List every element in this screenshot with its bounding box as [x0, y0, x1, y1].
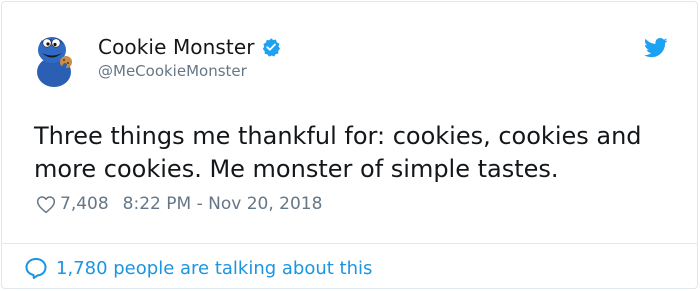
author-name[interactable]: Cookie Monster [98, 35, 255, 59]
tweet-timestamp[interactable]: 8:22 PM - Nov 20, 2018 [123, 194, 323, 214]
reply-bubble-icon [25, 258, 47, 279]
footer-divider [2, 243, 697, 244]
author-handle[interactable]: @MeCookieMonster [98, 62, 281, 80]
tweet-text: Three things me thankful for: cookies, c… [34, 122, 642, 183]
conversation-link[interactable]: 1,780 people are talking about this [24, 257, 372, 279]
twitter-bird-icon[interactable] [644, 38, 668, 58]
like-count[interactable]: 7,408 [60, 194, 109, 214]
heart-icon[interactable] [36, 195, 56, 214]
tweet-author[interactable]: Cookie Monster @MeCookieMonster [98, 34, 281, 80]
tweet-card: Cookie Monster @MeCookieMonster Three th… [1, 1, 698, 289]
author-name-row: Cookie Monster [98, 34, 281, 60]
verified-badge-icon [262, 38, 280, 57]
tweet-meta: 7,408 8:22 PM - Nov 20, 2018 [36, 194, 322, 214]
avatar[interactable] [32, 32, 76, 88]
conversation-text[interactable]: 1,780 people are talking about this [56, 258, 372, 279]
